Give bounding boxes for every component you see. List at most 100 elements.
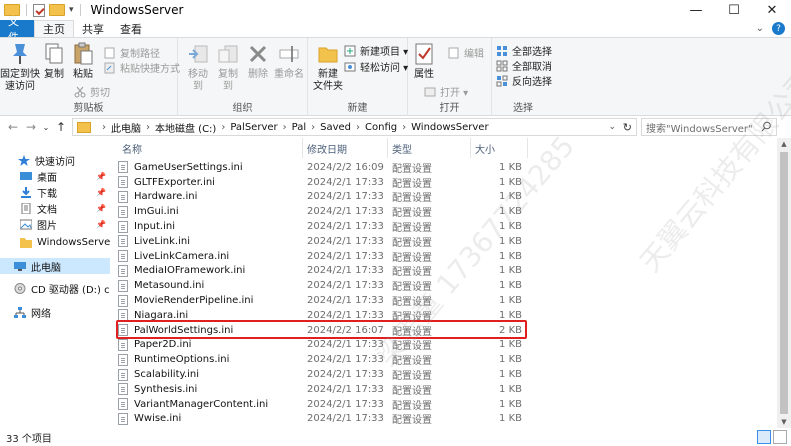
breadcrumb-separator-icon[interactable]: › (356, 122, 360, 133)
minimize-button[interactable]: — (677, 0, 715, 20)
column-divider[interactable] (527, 138, 528, 158)
column-header-date[interactable]: 修改日期 (303, 138, 387, 158)
new-folder-button[interactable]: 新建 文件夹 (312, 41, 344, 93)
file-row[interactable]: MovieRenderPipeline.ini 2024/2/1 17:33 配置设… (110, 293, 530, 308)
ribbon-group-select: 全部选择 全部取消 反向选择 选择 (492, 38, 554, 117)
open-button[interactable]: 打开 ▾ (424, 84, 468, 99)
file-row[interactable]: Input.ini 2024/2/1 17:33 配置设置 1 KB (110, 219, 530, 234)
tab-home[interactable]: 主页 (34, 20, 74, 37)
maximize-button[interactable]: ☐ (715, 0, 753, 20)
file-row[interactable]: LiveLinkCamera.ini 2024/2/1 17:33 配置设置 1 KB (110, 249, 530, 264)
pin-to-quick-access-button[interactable]: 固定到快 速访问 (0, 41, 40, 93)
rename-button[interactable]: 重命名 (274, 41, 304, 81)
easy-access-button[interactable]: 轻松访问 ▾ (344, 59, 408, 74)
select-group-label: 选择 (513, 103, 533, 114)
nav-item-documents[interactable]: 文档 📌 (0, 200, 110, 216)
scroll-up-arrow-icon[interactable]: ▲ (777, 138, 791, 150)
breadcrumb-separator-icon[interactable]: › (146, 122, 150, 133)
nav-item-this-pc[interactable]: 此电脑 (0, 258, 110, 274)
breadcrumb-separator-icon[interactable]: › (283, 122, 287, 133)
back-arrow-icon[interactable]: ← (4, 116, 22, 138)
tab-share[interactable]: 共享 (74, 20, 112, 37)
breadcrumb-separator-icon[interactable]: › (221, 122, 225, 133)
nav-item-label: 网络 (31, 308, 51, 320)
nav-item-pictures[interactable]: 图片 📌 (0, 216, 110, 232)
scrollbar-thumb[interactable] (780, 152, 788, 414)
download-icon (20, 186, 32, 198)
breadcrumb-separator-icon[interactable]: › (311, 122, 315, 133)
tab-file[interactable]: 文件 (0, 15, 34, 44)
nav-item-downloads[interactable]: 下载 📌 (0, 184, 110, 200)
help-icon[interactable]: ? (772, 22, 785, 35)
file-row[interactable]: RuntimeOptions.ini 2024/2/1 17:33 配置设置 1 KB (110, 352, 530, 367)
column-header-type[interactable]: 类型 (388, 138, 470, 158)
new-item-button[interactable]: 新建项目 ▾ (344, 43, 408, 58)
paste-button[interactable]: 粘贴 (70, 41, 96, 81)
file-row[interactable]: Paper2D.ini 2024/2/1 17:33 配置设置 1 KB (110, 338, 530, 352)
document-icon (20, 202, 32, 214)
large-icons-view-icon[interactable] (773, 430, 787, 444)
breadcrumb-this-pc[interactable]: 此电脑 (111, 120, 141, 135)
close-button[interactable]: ✕ (753, 0, 791, 20)
breadcrumb-pal[interactable]: Pal (292, 122, 307, 133)
file-row[interactable]: Metasound.ini 2024/2/1 17:33 配置设置 1 KB (110, 278, 530, 293)
scroll-down-arrow-icon[interactable]: ▼ (777, 416, 791, 428)
breadcrumb-separator-icon[interactable]: › (402, 122, 406, 133)
file-row[interactable]: ImGui.ini 2024/2/1 17:33 配置设置 1 KB (110, 204, 530, 219)
file-row[interactable]: VariantManagerContent.ini 2024/2/1 17:33 配… (110, 397, 530, 412)
customize-toolbar-chevron-icon[interactable]: ▾ (69, 5, 74, 15)
file-name-cell: GLTFExporter.ini (118, 176, 215, 189)
file-size: 1 KB (499, 206, 522, 218)
breadcrumb-local-disk[interactable]: 本地磁盘 (C:) (155, 120, 216, 135)
properties-icon[interactable] (33, 3, 45, 17)
collapse-ribbon-chevron-icon[interactable]: ⌄ (756, 23, 764, 34)
nav-item-quick-access[interactable]: 快速访问 (0, 152, 110, 168)
nav-item-desktop[interactable]: 桌面 📌 (0, 168, 110, 184)
file-row[interactable]: Wwise.ini 2024/2/1 17:33 配置设置 1 KB (110, 412, 530, 426)
breadcrumb-saved[interactable]: Saved (320, 122, 351, 133)
column-header-name[interactable]: 名称 (118, 138, 298, 158)
file-row[interactable]: LiveLink.ini 2024/2/1 17:33 配置设置 1 KB (110, 234, 530, 249)
file-row[interactable]: Hardware.ini 2024/2/1 17:33 配置设置 1 KB (110, 190, 530, 204)
refresh-icon[interactable]: ↻ (623, 121, 632, 134)
select-all-button[interactable]: 全部选择 (496, 43, 552, 58)
breadcrumb-separator-icon[interactable]: › (102, 122, 106, 133)
properties-button[interactable]: 属性 (412, 41, 436, 81)
column-header-size[interactable]: 大小 (471, 138, 527, 158)
file-type: 配置设置 (392, 178, 432, 190)
copy-path-button[interactable]: 复制路径 (104, 45, 160, 60)
up-arrow-icon[interactable]: ↑ (52, 116, 70, 138)
file-row[interactable]: Scalability.ini 2024/2/1 17:33 配置设置 1 KB (110, 367, 530, 382)
forward-arrow-icon[interactable]: → (22, 116, 40, 138)
delete-button[interactable]: 删除 (246, 41, 270, 81)
new-folder-icon[interactable] (49, 4, 65, 16)
file-row[interactable]: MediaIOFramework.ini 2024/2/1 17:33 配置设置 1 … (110, 264, 530, 278)
copy-button[interactable]: 复制 (42, 41, 66, 81)
recent-locations-chevron-icon[interactable]: ⌄ (40, 116, 52, 138)
copy-to-button[interactable]: 复制到 (214, 41, 242, 93)
paste-shortcut-button[interactable]: 粘贴快捷方式 (104, 60, 180, 75)
nav-item-windowsserver[interactable]: WindowsServer (0, 234, 110, 250)
address-bar[interactable]: › 此电脑 › 本地磁盘 (C:) › PalServer › Pal › Sa… (72, 118, 637, 136)
edit-button[interactable]: 编辑 (448, 45, 484, 60)
cut-button[interactable]: 剪切 (74, 84, 110, 99)
select-none-button[interactable]: 全部取消 (496, 58, 552, 73)
breadcrumb-config[interactable]: Config (365, 122, 397, 133)
nav-item-cd-drive[interactable]: CD 驱动器 (D:) conf (0, 280, 110, 296)
tab-view[interactable]: 查看 (112, 20, 150, 37)
breadcrumb-palserver[interactable]: PalServer (230, 122, 277, 133)
file-row[interactable]: GameUserSettings.ini 2024/2/2 16:09 配置设置 1 … (110, 160, 530, 175)
ini-file-icon (118, 383, 128, 396)
breadcrumb-windowsserver[interactable]: WindowsServer (411, 122, 488, 133)
invert-selection-button[interactable]: 反向选择 (496, 73, 552, 88)
details-view-icon[interactable] (757, 430, 771, 444)
vertical-scrollbar[interactable]: ▲ ▼ (777, 138, 791, 428)
move-to-button[interactable]: 移动到 (184, 41, 212, 93)
file-row[interactable]: Synthesis.ini 2024/2/1 17:33 配置设置 1 KB (110, 382, 530, 397)
file-size: 1 KB (499, 176, 522, 188)
file-row[interactable]: GLTFExporter.ini 2024/2/1 17:33 配置设置 1 KB (110, 175, 530, 190)
address-history-chevron-icon[interactable]: ⌄ (608, 122, 616, 132)
search-input[interactable]: 搜索"WindowsServer" (641, 118, 777, 136)
network-icon (14, 306, 26, 318)
nav-item-network[interactable]: 网络 (0, 304, 110, 320)
